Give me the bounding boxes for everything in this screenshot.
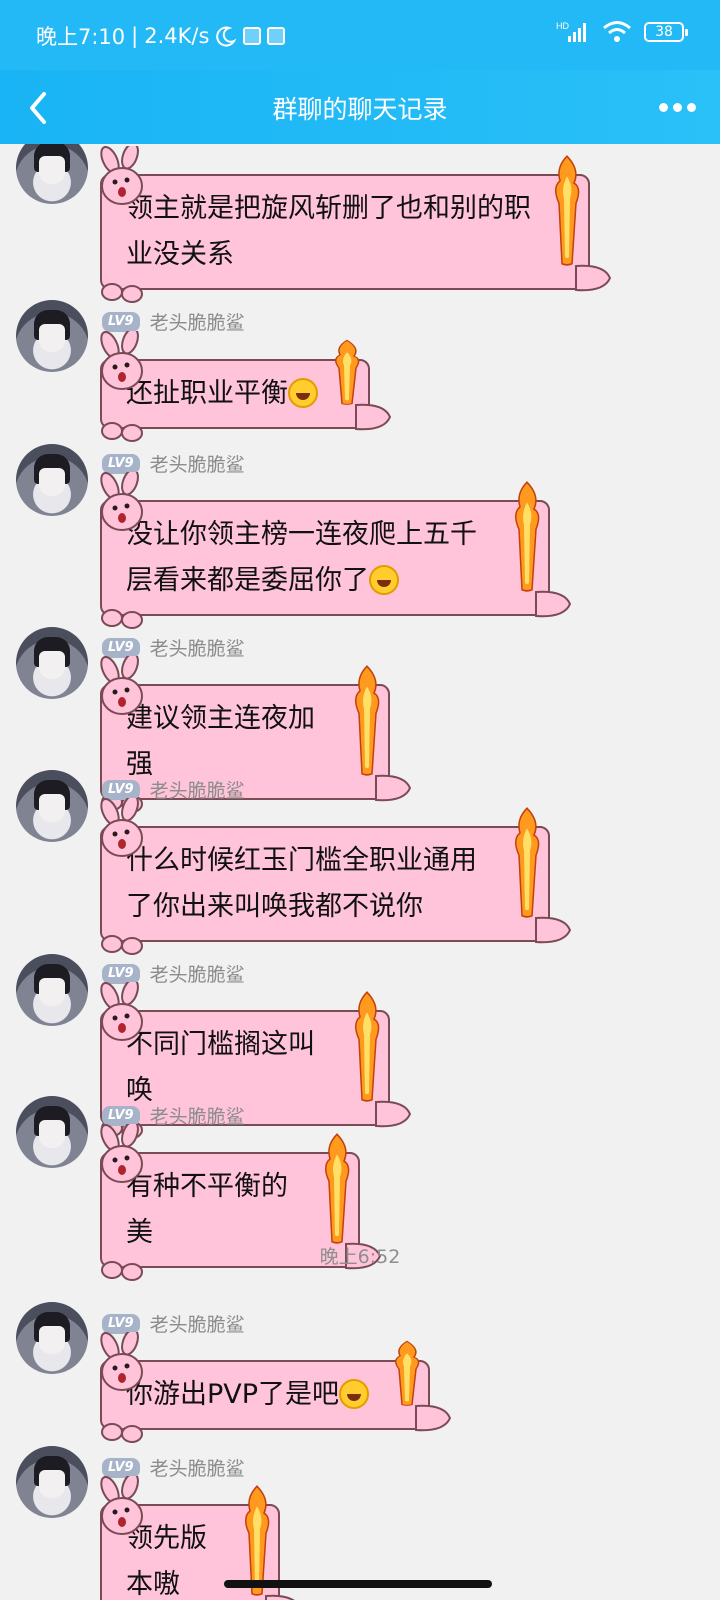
flame-icon (355, 665, 380, 776)
flame-icon (335, 339, 360, 405)
avatar[interactable] (16, 1096, 88, 1168)
bunny-icon (100, 331, 143, 390)
flame-icon (355, 991, 380, 1102)
signal-icon: HD (556, 21, 586, 42)
bunny-icon (100, 982, 143, 1041)
level-badge: LV9 (102, 311, 140, 332)
bubble-body: 还扯职业平衡 (100, 331, 392, 442)
message-text: 什么时候红玉门槛全职业通用了你出来叫唤我都不说你 (126, 845, 477, 922)
flame-icon (515, 807, 540, 918)
bunny-feet-icon (101, 422, 143, 442)
bunny-feet-icon (101, 1423, 143, 1443)
notification-image-icon (267, 27, 286, 45)
avatar[interactable] (16, 144, 88, 204)
sender-name[interactable]: 老头脆脆鲨 (150, 776, 245, 803)
bubble-body: 什么时候红玉门槛全职业通用了你出来叫唤我都不说你 (100, 798, 572, 955)
bunny-icon (100, 146, 143, 205)
rofl-emoji (369, 565, 399, 595)
chat-history[interactable]: 领主就是把旋风斩删了也和别的职业没关系 LV9 老头脆脆鲨 还扯职业平衡 LV9 老头脆脆… (0, 144, 720, 1600)
status-right: HD 38 (556, 20, 688, 44)
title-bar: 群聊的聊天记录 (0, 70, 720, 144)
rofl-emoji (339, 1379, 370, 1409)
avatar[interactable] (16, 770, 88, 842)
svg-text:HD: HD (556, 21, 569, 31)
level-badge: LV9 (102, 1313, 140, 1334)
level-badge: LV9 (102, 637, 140, 658)
bunny-icon (100, 798, 143, 857)
bunny-icon (100, 472, 143, 531)
avatar-face (39, 794, 65, 822)
bunny-feet-icon (101, 609, 143, 629)
flame-icon (395, 1340, 420, 1406)
home-indicator[interactable] (224, 1580, 492, 1588)
status-time: 晚上7:10 (36, 25, 126, 49)
avatar-face (39, 156, 65, 184)
dot-icon (686, 102, 696, 112)
avatar-face (39, 324, 65, 352)
message-text: 领主就是把旋风斩删了也和别的职业没关系 (126, 193, 531, 270)
bubble-body: 领主就是把旋风斩删了也和别的职业没关系 (100, 146, 612, 303)
sender-name[interactable]: 老头脆脆鲨 (150, 634, 245, 661)
avatar-face (39, 651, 65, 679)
bunny-feet-icon (101, 283, 143, 303)
avatar-face (39, 1326, 65, 1354)
status-bar: 晚上7:10 | 2.4K/s HD 38 (0, 0, 720, 70)
flame-icon (515, 481, 540, 592)
message-bubble[interactable]: 还扯职业平衡 (100, 331, 392, 442)
bubble-body: 没让你领主榜一连夜爬上五千层看来都是委屈你了 (100, 472, 572, 629)
bunny-icon (100, 1124, 143, 1183)
sender-name[interactable]: 老头脆脆鲨 (150, 1454, 245, 1481)
avatar-face (39, 1470, 65, 1498)
message-text: 没让你领主榜一连夜爬上五千层看来都是委屈你了 (126, 519, 477, 596)
level-badge: LV9 (102, 779, 140, 800)
message-text: 你游出PVP了是吧 (126, 1379, 340, 1410)
message-bubble[interactable]: 领主就是把旋风斩删了也和别的职业没关系 (100, 146, 612, 303)
timestamp: 晚上6:52 (319, 1246, 401, 1268)
avatar-face (39, 1120, 65, 1148)
avatar-face (39, 468, 65, 496)
avatar[interactable] (16, 627, 88, 699)
network-speed: 2.4K/s (144, 24, 210, 48)
avatar[interactable] (16, 1302, 88, 1374)
wifi-icon (603, 21, 631, 42)
page-title: 群聊的聊天记录 (272, 95, 448, 124)
avatar-face (39, 978, 65, 1006)
flame-icon (325, 1133, 350, 1244)
sender-name[interactable]: 老头脆脆鲨 (150, 960, 245, 987)
sender-name[interactable]: 老头脆脆鲨 (150, 308, 245, 335)
avatar[interactable] (16, 954, 88, 1026)
level-badge: LV9 (102, 1105, 140, 1126)
rofl-emoji (288, 378, 318, 408)
battery-icon: 38 (644, 22, 688, 42)
message-bubble[interactable]: 你游出PVP了是吧 (100, 1332, 452, 1443)
avatar[interactable] (16, 300, 88, 372)
bunny-feet-icon (101, 935, 143, 955)
dot-icon (672, 102, 682, 112)
avatar[interactable] (16, 1446, 88, 1518)
bunny-icon (100, 1476, 143, 1535)
sender-name[interactable]: 老头脆脆鲨 (150, 1102, 245, 1129)
more-options-button[interactable] (652, 84, 702, 130)
level-badge: LV9 (102, 453, 140, 474)
message-text: 建议领主连夜加强 (126, 703, 315, 780)
flame-icon (555, 155, 580, 266)
sender-name[interactable]: 老头脆脆鲨 (150, 1310, 245, 1337)
message-bubble[interactable]: 什么时候红玉门槛全职业通用了你出来叫唤我都不说你 (100, 798, 572, 955)
dot-icon (658, 102, 668, 112)
avatar[interactable] (16, 444, 88, 516)
bunny-icon (100, 656, 143, 715)
sender-name[interactable]: 老头脆脆鲨 (150, 450, 245, 477)
moon-icon (216, 26, 237, 47)
notification-app-icon (243, 27, 262, 45)
status-left: 晚上7:10 | 2.4K/s (36, 21, 286, 51)
level-badge: LV9 (102, 963, 140, 984)
message-bubble[interactable]: 没让你领主榜一连夜爬上五千层看来都是委屈你了 (100, 472, 572, 629)
bunny-icon (100, 1332, 143, 1391)
level-badge: LV9 (102, 1457, 140, 1478)
bubble-body: 你游出PVP了是吧 (100, 1332, 452, 1443)
message-text: 不同门槛搁这叫唤 (126, 1029, 315, 1106)
